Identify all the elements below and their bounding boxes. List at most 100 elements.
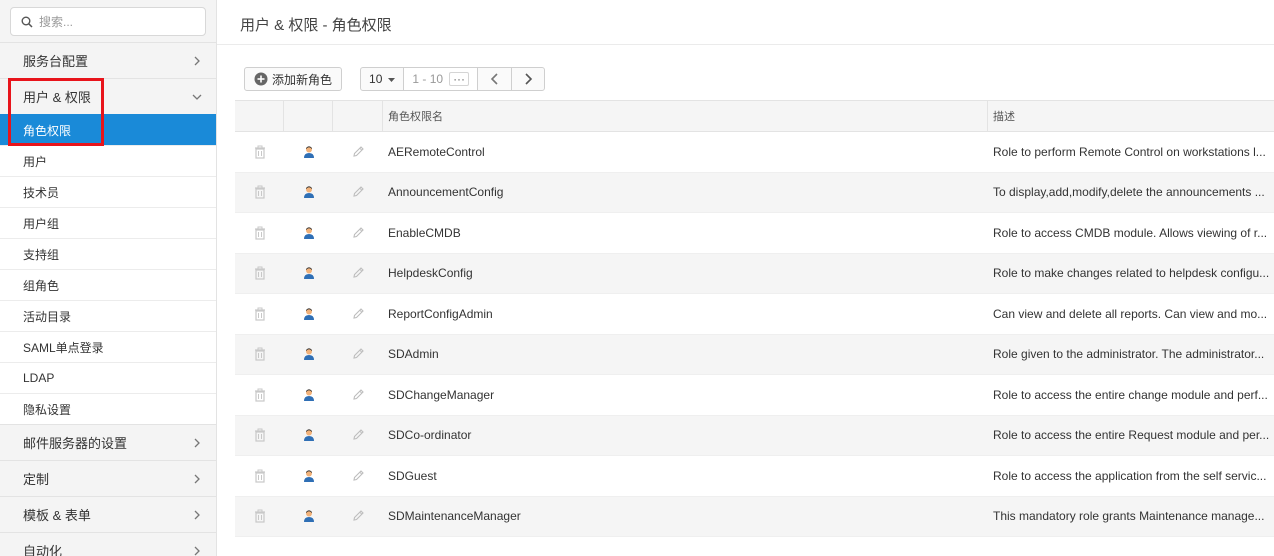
user-icon[interactable]: [302, 307, 316, 321]
next-page-button[interactable]: [511, 68, 544, 90]
trash-icon[interactable]: [253, 388, 267, 402]
header-cell-users: [284, 101, 333, 131]
chevron-right-icon: [194, 474, 200, 483]
sidebar-item-privacy-settings[interactable]: 隐私设置: [0, 393, 216, 424]
sidebar: 服务台配置 用户 & 权限 角色权限 用户 技术员 用户组 支持组: [0, 0, 217, 556]
edit-pencil-icon[interactable]: [351, 428, 365, 442]
chevron-left-icon: [490, 73, 498, 85]
sidebar-item-ldap[interactable]: LDAP: [0, 362, 216, 393]
role-description-cell: Role to make changes related to helpdesk…: [993, 266, 1270, 281]
toolbar: 添加新角色 10 1 - 10 ···: [244, 67, 546, 91]
page-size-select[interactable]: 10: [361, 68, 405, 90]
sidebar-cat-templates-forms[interactable]: 模板 & 表单: [0, 496, 216, 532]
sidebar-item-users[interactable]: 用户: [0, 145, 216, 176]
edit-pencil-icon[interactable]: [351, 145, 365, 159]
role-name-cell[interactable]: SDChangeManager: [383, 388, 988, 402]
sidebar-item-user-groups[interactable]: 用户组: [0, 207, 216, 238]
sidebar-cat-users-permissions[interactable]: 用户 & 权限: [0, 78, 216, 114]
sidebar-item-support-groups[interactable]: 支持组: [0, 238, 216, 269]
role-name-cell[interactable]: HelpdeskConfig: [383, 266, 988, 280]
sidebar-nav: 服务台配置 用户 & 权限 角色权限 用户 技术员 用户组 支持组 组角色 活动…: [0, 42, 216, 556]
sidebar-item-group-roles[interactable]: 组角色: [0, 269, 216, 300]
role-description-cell: Role to access the entire Request module…: [993, 428, 1270, 443]
user-icon[interactable]: [302, 185, 316, 199]
page-range-more-button[interactable]: ···: [449, 72, 470, 86]
user-icon[interactable]: [302, 266, 316, 280]
sidebar-cat-customize[interactable]: 定制: [0, 460, 216, 496]
search-box[interactable]: [10, 7, 206, 36]
table-row: ReportConfigAdmin Can view and delete al…: [235, 294, 1274, 335]
edit-pencil-icon[interactable]: [351, 469, 365, 483]
role-description-cell: Role to access the entire change module …: [993, 387, 1268, 402]
caret-down-icon: [388, 77, 396, 82]
trash-icon[interactable]: [253, 145, 267, 159]
trash-icon[interactable]: [253, 185, 267, 199]
sidebar-item-label: 用户组: [23, 216, 60, 231]
role-name-cell[interactable]: AERemoteControl: [383, 145, 988, 159]
trash-icon[interactable]: [253, 347, 267, 361]
trash-icon[interactable]: [253, 428, 267, 442]
trash-icon[interactable]: [253, 469, 267, 483]
role-name-cell[interactable]: AnnouncementConfig: [383, 185, 988, 199]
chevron-down-icon: [192, 94, 202, 100]
chevron-right-icon: [194, 438, 200, 447]
user-icon[interactable]: [302, 347, 316, 361]
edit-pencil-icon[interactable]: [351, 388, 365, 402]
pagination: 10 1 - 10 ···: [360, 67, 546, 91]
edit-pencil-icon[interactable]: [351, 226, 365, 240]
user-icon[interactable]: [302, 509, 316, 523]
edit-pencil-icon[interactable]: [351, 347, 365, 361]
table-row: AERemoteControl Role to perform Remote C…: [235, 132, 1274, 173]
edit-pencil-icon[interactable]: [351, 266, 365, 280]
sidebar-cat-service-desk[interactable]: 服务台配置: [0, 42, 216, 78]
role-name-cell[interactable]: SDGuest: [383, 469, 988, 483]
page-title: 用户 & 权限 - 角色权限: [240, 17, 392, 34]
role-name-cell[interactable]: SDCo-ordinator: [383, 428, 988, 442]
column-header-role-name[interactable]: 角色权限名: [383, 101, 988, 131]
column-header-description[interactable]: 描述: [988, 101, 1274, 131]
role-description-cell: Role given to the administrator. The adm…: [993, 347, 1265, 362]
sidebar-item-label: 技术员: [23, 185, 60, 200]
add-role-button[interactable]: 添加新角色: [244, 67, 343, 91]
search-icon: [21, 16, 33, 28]
sidebar-item-active-directory[interactable]: 活动目录: [0, 300, 216, 331]
trash-icon[interactable]: [253, 226, 267, 240]
app-window: 服务台配置 用户 & 权限 角色权限 用户 技术员 用户组 支持组: [0, 0, 1274, 556]
table-body: AERemoteControl Role to perform Remote C…: [235, 132, 1274, 537]
chevron-right-icon: [194, 546, 200, 555]
role-description-cell: Can view and delete all reports. Can vie…: [993, 306, 1268, 321]
plus-circle-icon: [254, 72, 268, 86]
table-row: SDCo-ordinator Role to access the entire…: [235, 415, 1274, 456]
user-icon[interactable]: [302, 469, 316, 483]
user-icon[interactable]: [302, 226, 316, 240]
role-name-cell[interactable]: SDMaintenanceManager: [383, 509, 988, 523]
sidebar-item-technicians[interactable]: 技术员: [0, 176, 216, 207]
user-icon[interactable]: [302, 428, 316, 442]
role-description-cell: This mandatory role grants Maintenance m…: [993, 509, 1265, 524]
trash-icon[interactable]: [253, 307, 267, 321]
edit-pencil-icon[interactable]: [351, 307, 365, 321]
sidebar-item-saml-sso[interactable]: SAML单点登录: [0, 331, 216, 362]
sidebar-cat-automation[interactable]: 自动化: [0, 532, 216, 556]
sidebar-cat-label: 服务台配置: [23, 54, 89, 69]
search-input[interactable]: [39, 14, 199, 29]
chevron-right-icon: [194, 510, 200, 519]
page-size-value: 10: [369, 72, 383, 86]
add-role-label: 添加新角色: [272, 72, 333, 87]
sidebar-item-role-permissions[interactable]: 角色权限: [0, 114, 216, 145]
trash-icon[interactable]: [253, 266, 267, 280]
prev-page-button[interactable]: [478, 68, 511, 90]
edit-pencil-icon[interactable]: [351, 185, 365, 199]
user-icon[interactable]: [302, 145, 316, 159]
user-icon[interactable]: [302, 388, 316, 402]
sidebar-item-label: LDAP: [23, 371, 55, 385]
role-name-cell[interactable]: SDAdmin: [383, 347, 988, 361]
sidebar-cat-mail-server[interactable]: 邮件服务器的设置: [0, 424, 216, 460]
role-name-cell[interactable]: EnableCMDB: [383, 226, 988, 240]
role-name-cell[interactable]: ReportConfigAdmin: [383, 307, 988, 321]
trash-icon[interactable]: [253, 509, 267, 523]
edit-pencil-icon[interactable]: [351, 509, 365, 523]
table-row: AnnouncementConfig To display,add,modify…: [235, 172, 1274, 213]
header-cell-delete: [235, 101, 284, 131]
page-range: 1 - 10 ···: [404, 68, 479, 90]
